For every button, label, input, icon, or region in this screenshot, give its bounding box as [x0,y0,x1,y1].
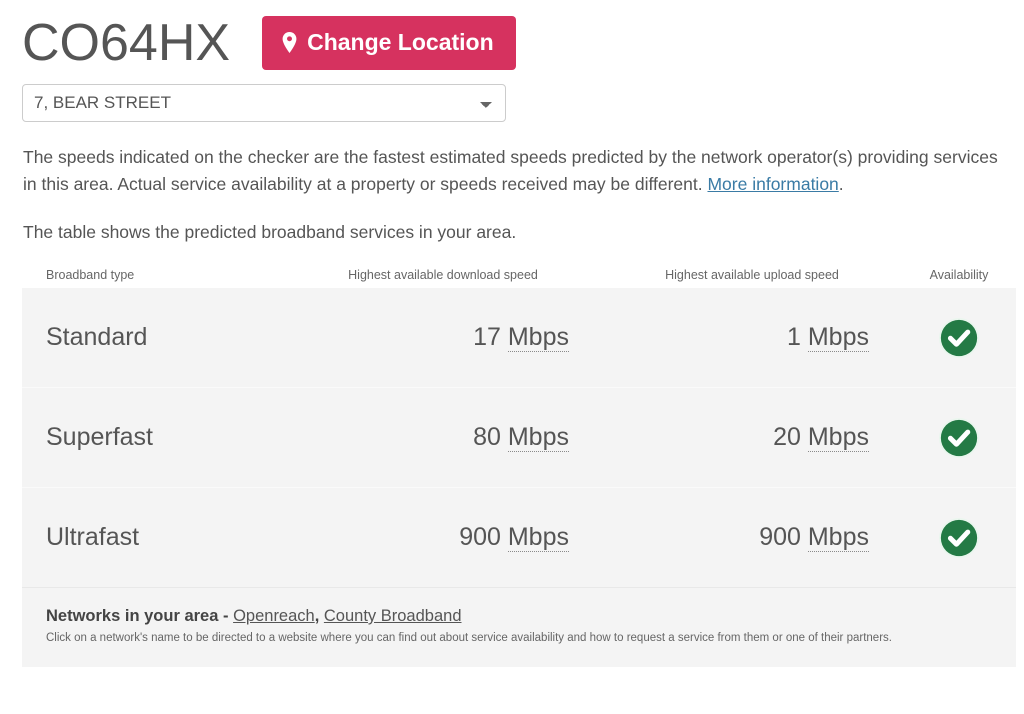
download-speed-value: 900 [459,523,501,551]
networks-separator: - [218,607,234,625]
upload-speed-unit: Mbps [807,423,869,452]
upload-speed-unit: Mbps [807,523,869,552]
page-title-postcode: CO64HX [22,14,231,72]
cell-broadband-type: Standard [46,323,148,351]
networks-footer: Networks in your area - Openreach, Count… [22,587,1016,667]
column-header-upload-speed: Highest available upload speed [665,268,839,282]
intro-paragraph-1-period: . [838,174,844,194]
cell-download-speed: 80 Mbps [284,423,602,452]
column-header-download-speed: Highest available download speed [348,268,538,282]
network-links: Openreach, County Broadband [233,607,461,625]
download-speed-unit: Mbps [507,323,569,352]
cell-download-speed: 17 Mbps [284,323,602,352]
networks-title: Networks in your area [46,607,219,625]
network-link-separator: , [314,607,324,625]
network-link[interactable]: County Broadband [324,607,462,625]
cell-download-speed: 900 Mbps [284,523,602,552]
table-header-row: Broadband type Highest available downloa… [22,260,1016,288]
upload-speed-value: 20 [773,423,801,451]
cell-availability [902,517,1016,559]
cell-broadband-type: Superfast [46,423,154,451]
column-header-broadband-type: Broadband type [46,268,135,282]
download-speed-unit: Mbps [507,523,569,552]
upload-speed-value: 900 [759,523,801,551]
intro-paragraph-1-text: The speeds indicated on the checker are … [23,147,998,194]
cell-upload-speed: 20 Mbps [602,423,902,452]
check-circle-icon [938,517,980,559]
intro-paragraph-2: The table shows the predicted broadband … [23,222,517,242]
cell-availability [902,417,1016,459]
intro-text: The speeds indicated on the checker are … [0,122,1024,246]
more-information-link[interactable]: More information [707,174,838,194]
cell-upload-speed: 1 Mbps [602,323,902,352]
cell-upload-speed: 900 Mbps [602,523,902,552]
networks-note: Click on a network's name to be directed… [46,632,892,644]
upload-speed-value: 1 [787,323,801,351]
address-select-wrap: 7, BEAR STREET [0,70,1024,122]
download-speed-unit: Mbps [507,423,569,452]
cell-broadband-type: Ultrafast [46,523,140,551]
change-location-label: Change Location [307,29,494,55]
header: CO64HX Change Location [0,0,1024,70]
address-select[interactable]: 7, BEAR STREET [22,84,506,122]
table-row: Superfast 80 Mbps 20 Mbps [22,387,1016,487]
change-location-button[interactable]: Change Location [262,16,516,70]
column-header-availability: Availability [929,268,989,282]
networks-title-line: Networks in your area - Openreach, Count… [46,606,992,626]
table-row: Standard 17 Mbps 1 Mbps [22,288,1016,387]
broadband-checker-page: CO64HX Change Location 7, BEAR STREET Th… [0,0,1024,714]
cell-availability [902,317,1016,359]
broadband-results-table: Broadband type Highest available downloa… [22,260,1016,667]
table-row: Ultrafast 900 Mbps 900 Mbps [22,487,1016,587]
download-speed-value: 80 [473,423,501,451]
check-circle-icon [938,417,980,459]
check-circle-icon [938,317,980,359]
upload-speed-unit: Mbps [807,323,869,352]
intro-paragraph-1: The speeds indicated on the checker are … [23,144,1000,198]
table-body: Standard 17 Mbps 1 Mbps Superfast 80 Mbps 20 … [22,288,1016,587]
map-pin-icon [282,32,297,53]
network-link[interactable]: Openreach [233,607,315,625]
download-speed-value: 17 [473,323,501,351]
